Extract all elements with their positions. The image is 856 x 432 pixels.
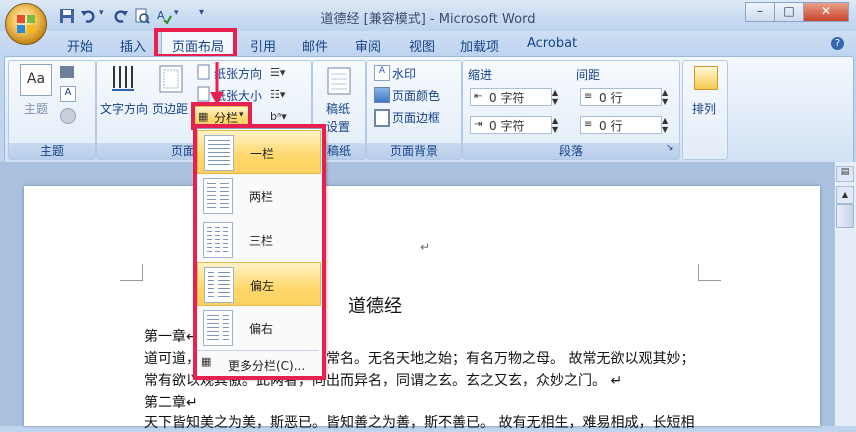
close-button[interactable]: ✕ <box>803 2 849 22</box>
margin-corner-right <box>698 264 721 281</box>
tab-view[interactable]: 视图 <box>409 36 435 55</box>
theme-colors-icon[interactable] <box>60 66 74 78</box>
page-color-label[interactable]: 页面颜色 <box>392 87 440 104</box>
tab-review[interactable]: 审阅 <box>355 36 381 55</box>
scroll-up-icon[interactable]: ▲ <box>836 186 854 204</box>
indent-label: 缩进 <box>468 68 493 82</box>
group-paragraph: 段落 <box>462 60 680 160</box>
line-numbers-icon[interactable]: ☷▾ <box>270 88 285 101</box>
space-after-icon: ≡ <box>584 119 593 130</box>
document-page[interactable] <box>24 186 820 426</box>
spacing-label: 间距 <box>576 68 601 82</box>
maximize-button[interactable]: □ <box>774 2 804 22</box>
page-border-label[interactable]: 页面边框 <box>392 109 440 126</box>
margins-icon[interactable] <box>158 64 184 94</box>
office-logo-icon <box>17 15 35 33</box>
tab-home[interactable]: 开始 <box>67 36 93 55</box>
highlight-page-layout-tab <box>154 28 237 58</box>
doc-line[interactable]: 天下皆知美之为美，斯恶已。皆知善之为善，斯不善已。 故有无相生，难易相成，长短相 <box>144 412 694 432</box>
watermark-label[interactable]: 水印 <box>392 65 416 82</box>
tab-mailings[interactable]: 邮件 <box>302 36 328 55</box>
doc-line[interactable]: 第二章↵ <box>144 392 198 412</box>
page-border-icon[interactable] <box>374 109 390 127</box>
tab-acrobat[interactable]: Acrobat <box>527 36 577 54</box>
pointer-arrow-icon <box>210 62 224 105</box>
minimize-button[interactable]: – <box>745 2 775 22</box>
margins-label[interactable]: 页边距 <box>152 100 188 117</box>
indent-right-spinner-icon[interactable]: ▲ ▼ <box>552 116 558 134</box>
doc-line[interactable]: 第一章↵ <box>144 326 198 346</box>
theme-fonts-icon[interactable]: A <box>60 86 76 102</box>
theme-effects-icon[interactable] <box>60 108 76 124</box>
themes-icon[interactable]: Aa <box>20 64 52 96</box>
group-paragraph-label: 段落 <box>463 143 679 159</box>
margin-corner-left <box>120 264 143 281</box>
manuscript-icon[interactable] <box>326 66 352 96</box>
breaks-icon[interactable]: ☰▾ <box>270 66 285 79</box>
office-button[interactable] <box>5 3 47 45</box>
scroll-thumb[interactable] <box>836 204 854 228</box>
highlight-columns-menu <box>193 124 326 380</box>
indent-right-icon: ⇥ <box>474 119 483 130</box>
themes-button-label: 主题 <box>24 102 49 116</box>
tab-references[interactable]: 引用 <box>250 36 276 55</box>
help-icon[interactable]: ? <box>831 37 844 50</box>
group-page-background-label: 页面背景 <box>367 143 461 159</box>
arrange-icon[interactable] <box>694 66 718 90</box>
tab-addins[interactable]: 加载项 <box>460 36 499 55</box>
paragraph-dialog-launcher-icon[interactable]: ↘ <box>666 143 674 153</box>
watermark-icon[interactable]: A <box>374 65 390 81</box>
manuscript-label-2[interactable]: 设置 <box>326 118 350 135</box>
indent-left-spinner-icon[interactable]: ▲ ▼ <box>552 88 558 106</box>
text-direction-icon[interactable] <box>108 64 138 94</box>
window-title: 道德经 [兼容模式] - Microsoft Word <box>320 12 536 27</box>
document-title[interactable]: 道德经 <box>348 292 402 318</box>
arrange-label[interactable]: 排列 <box>692 100 716 117</box>
empty-paragraph-mark: ↵ <box>420 240 431 254</box>
indent-left-icon: ⇤ <box>474 91 483 102</box>
space-before-spinner-icon[interactable]: ▲ ▼ <box>662 88 668 106</box>
page-color-icon[interactable] <box>374 87 390 103</box>
space-after-spinner-icon[interactable]: ▲ ▼ <box>662 116 668 134</box>
tab-insert[interactable]: 插入 <box>120 36 146 55</box>
space-before-icon: ≡ <box>584 91 593 102</box>
hyphenation-icon[interactable]: bᵃ▾ <box>270 110 287 123</box>
text-direction-label[interactable]: 文字方向 <box>100 100 148 117</box>
group-themes-label: 主题 <box>9 143 95 159</box>
manuscript-label-1[interactable]: 稿纸 <box>326 100 350 117</box>
ruler-toggle-icon[interactable]: ▤ <box>836 166 854 182</box>
